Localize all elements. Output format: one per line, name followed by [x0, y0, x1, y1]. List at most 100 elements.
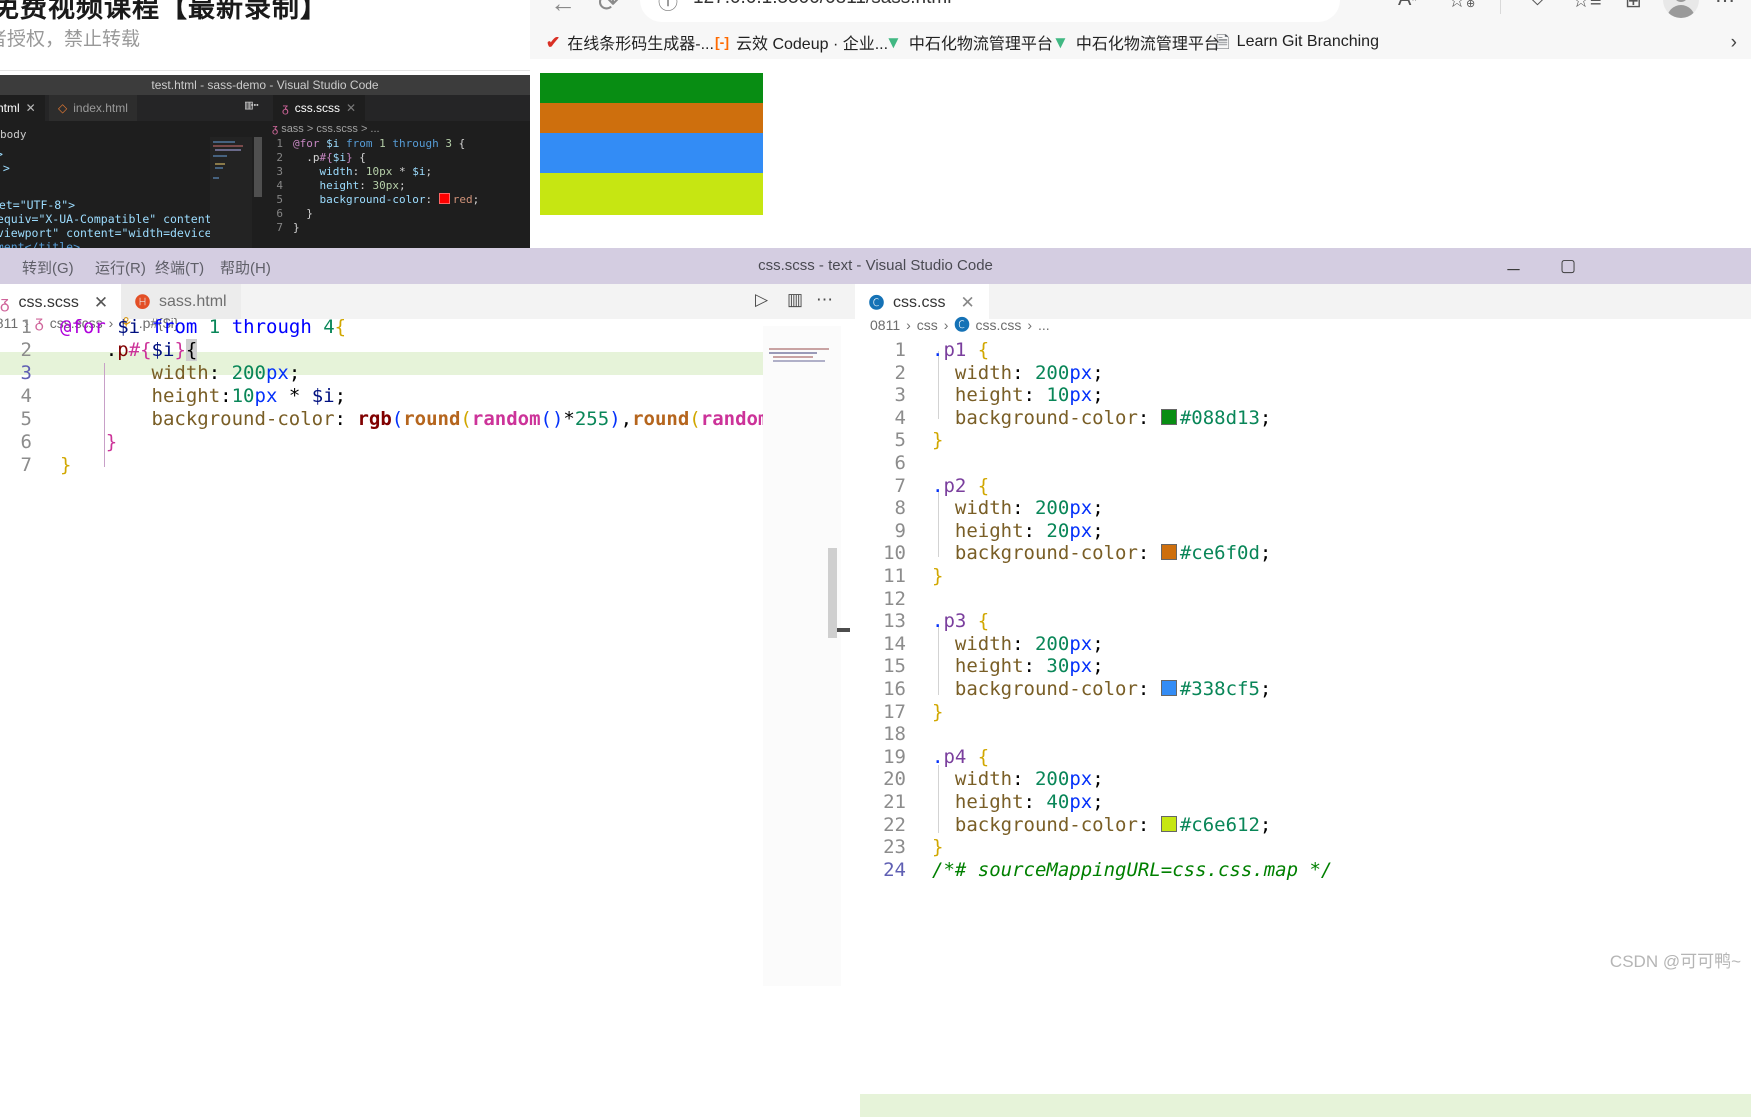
close-icon[interactable]: ✕ — [94, 293, 108, 313]
line-number: 4 — [894, 406, 906, 429]
vscode-dark-titlebar: test.html - sass-demo - Visual Studio Co… — [0, 75, 530, 95]
dark-left-line-4: set="UTF-8"> — [0, 198, 76, 212]
breadcrumb-subfolder[interactable]: css — [917, 317, 938, 333]
info-circle-icon[interactable]: ⓘ — [658, 0, 678, 15]
line-number: 17 — [883, 700, 906, 723]
profile-avatar-icon[interactable] — [1663, 0, 1699, 18]
menu-item-terminal[interactable]: 终端(T) — [155, 257, 204, 278]
dark-code-line-2: .p#{$i} { — [293, 151, 366, 164]
favorites-list-icon[interactable]: ☆≡ — [1572, 0, 1602, 13]
tab-label: css.scss — [18, 293, 79, 311]
run-button[interactable]: ▷ — [755, 290, 768, 310]
dark-editor-minimap[interactable] — [210, 137, 252, 248]
more-actions-icon[interactable]: ⋯ — [251, 98, 259, 113]
line-number: 4 — [276, 179, 283, 192]
minimize-button[interactable]: － — [1505, 256, 1522, 281]
line-number: 4 — [20, 385, 32, 407]
right-editor-breadcrumb[interactable]: 0811 › css › 🅒 css.css › ... — [870, 314, 1050, 335]
right-code-line-24: /*# sourceMappingURL=css.css.map */ — [932, 858, 1333, 881]
dark-code-line-5: background-color: red; — [319, 193, 480, 206]
color-swatch — [1160, 408, 1177, 425]
right-code-line-11: } — [932, 565, 944, 587]
favorite-item-0[interactable]: ✔ 在线条形码生成器-... — [546, 30, 714, 54]
right-editor-pane: 0811 › css › 🅒 css.css › ... 1 2 3 4 5 6 7 8 9 10… — [860, 317, 1751, 1117]
checkmark-icon: ✔ — [546, 32, 561, 52]
tab-index-html[interactable]: ◇ index.html — [49, 95, 137, 121]
dark-left-line-1: > — [0, 147, 3, 161]
line-number: 19 — [883, 745, 906, 768]
line-number: 9 — [894, 519, 906, 542]
more-actions-icon[interactable]: ⋯ — [816, 290, 833, 310]
menu-item-help[interactable]: 帮助(H) — [220, 257, 271, 278]
html-file-icon: ◇ — [58, 101, 68, 115]
dark-right-editor-code[interactable]: 1 2 3 4 5 6 7 @for $i from 1 through 3 {… — [265, 137, 530, 248]
line-number: 21 — [883, 791, 906, 813]
dark-left-line-6: "viewport" content="width=device-wid — [0, 226, 240, 240]
menu-item-goto[interactable]: 转到(G) — [22, 257, 74, 278]
breadcrumb-folder[interactable]: 0811 — [870, 317, 900, 333]
favorite-item-1[interactable]: [-] 云效 Codeup · 企业... — [715, 30, 888, 54]
tab-label: html — [0, 101, 20, 115]
breadcrumb-file[interactable]: css.css — [975, 317, 1021, 333]
tab-label: sass.html — [159, 292, 227, 310]
chevron-right-icon: › — [1027, 316, 1033, 333]
favorites-overflow-chevron-icon[interactable]: › — [1731, 32, 1737, 54]
dark-left-line-2: '> — [0, 161, 10, 175]
collections-icon[interactable]: ⛉ — [1530, 0, 1545, 11]
close-icon[interactable]: ✕ — [346, 101, 356, 115]
favorite-item-2[interactable]: ▼ 中石化物流管理平台 — [885, 30, 1053, 54]
right-code-line-17: } — [932, 700, 944, 723]
right-code-line-7: .p2 { — [932, 474, 990, 497]
background-page-divider — [0, 70, 530, 71]
sass-file-icon: ᵹ — [282, 101, 289, 115]
color-swatch — [1160, 815, 1177, 832]
line-number: 5 — [894, 429, 906, 452]
maximize-button[interactable]: ▢ — [1560, 256, 1576, 276]
vscode-light-window: css.scss - text - Visual Studio Code ) 转… — [0, 248, 1751, 1117]
left-code-line-2: .p#{$i}{ — [60, 339, 198, 361]
color-swatch — [1160, 544, 1177, 561]
line-number: 10 — [883, 542, 906, 565]
html5-file-icon: 🅗 — [135, 294, 151, 311]
close-icon[interactable]: ✕ — [26, 101, 36, 115]
read-aloud-icon[interactable]: A❞ — [1398, 0, 1418, 11]
favorite-item-3[interactable]: ▼ 中石化物流管理平台 — [1052, 30, 1220, 54]
left-editor-vertical-scrollbar[interactable] — [828, 548, 837, 638]
split-screen-icon[interactable]: ⊞ — [1625, 0, 1642, 13]
right-code-line-9: height: 20px; — [954, 519, 1104, 542]
line-number: 20 — [883, 768, 906, 791]
line-number: 18 — [883, 723, 906, 746]
tab-html[interactable]: html ✕ — [0, 95, 45, 121]
left-editor-minimap[interactable] — [763, 326, 841, 986]
page-bar-p4 — [540, 173, 763, 215]
tab-label: css.scss — [294, 101, 341, 115]
right-code-line-23: } — [932, 836, 944, 859]
dark-editor-scrollbar[interactable] — [254, 137, 262, 197]
dark-editor-breadcrumb[interactable]: ᵹ sass > css.scss > ... — [272, 123, 380, 135]
dark-breadcrumb-text: sass > css.scss > ... — [281, 123, 380, 135]
vue-icon: ▼ — [885, 32, 902, 52]
add-favorite-icon[interactable]: ☆⊕ — [1448, 0, 1475, 13]
breadcrumb-ellipsis[interactable]: ... — [1038, 317, 1050, 333]
vscode-titlebar: css.scss - text - Visual Studio Code ) 转… — [0, 248, 1751, 284]
close-icon[interactable]: ✕ — [960, 293, 974, 313]
page-bar-p2 — [540, 103, 763, 133]
vscode-dark-left-tabbar: html ✕ ◇ index.html ▥ — [0, 95, 265, 121]
left-code-line-4: height:10px * $i; — [151, 385, 347, 407]
address-bar-url[interactable]: 127.0.0.1:5500/0811/sass.html — [693, 0, 951, 9]
reload-icon[interactable]: ⟳ — [598, 0, 619, 18]
tab-label: css.css — [893, 293, 946, 311]
menu-item-run[interactable]: 运行(R) — [95, 257, 146, 278]
dark-code-line-3: width: 10px * $i; — [319, 165, 433, 178]
line-number: 8 — [894, 497, 906, 520]
back-arrow-icon[interactable]: ← — [550, 0, 576, 19]
line-number: 15 — [883, 655, 906, 678]
vscode-dark-window: test.html - sass-demo - Visual Studio Co… — [0, 75, 530, 254]
line-number: 3 — [20, 362, 32, 384]
favorite-item-4[interactable]: 🗎 Learn Git Branching — [1216, 30, 1379, 54]
dark-code-line-4: height: 30px; — [319, 179, 406, 192]
tab-css-scss[interactable]: ᵹ css.scss ✕ — [273, 95, 366, 121]
more-options-icon[interactable]: ⋯ — [1715, 0, 1735, 13]
split-editor-icon[interactable]: ▥ — [787, 290, 803, 310]
page-icon: 🗎 — [1216, 32, 1230, 52]
